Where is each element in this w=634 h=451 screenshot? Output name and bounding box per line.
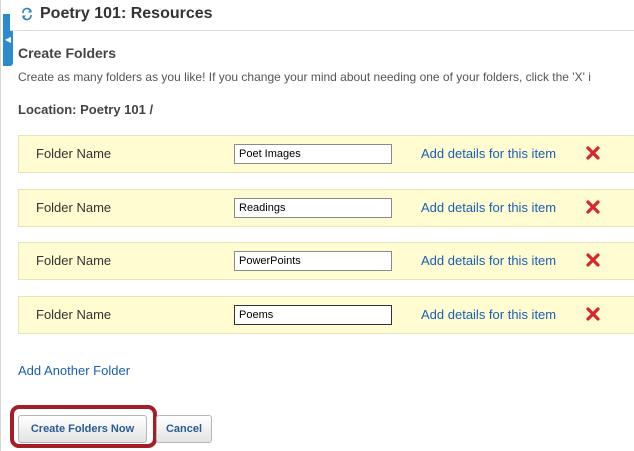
folder-name-input[interactable] <box>234 305 392 325</box>
title-bar: Poetry 101: Resources <box>10 0 634 31</box>
folder-row: Folder Name Add details for this item <box>18 189 634 227</box>
add-details-link[interactable]: Add details for this item <box>421 200 556 215</box>
add-details-link[interactable]: Add details for this item <box>421 307 556 322</box>
folder-name-label: Folder Name <box>36 307 112 322</box>
folder-row: Folder Name Add details for this item <box>18 296 634 334</box>
folder-name-label: Folder Name <box>36 200 112 215</box>
delete-x-icon[interactable] <box>585 145 601 161</box>
delete-x-icon[interactable] <box>585 199 601 215</box>
refresh-arrows-icon <box>22 7 32 21</box>
cancel-button[interactable]: Cancel <box>156 415 212 443</box>
delete-x-icon[interactable] <box>585 252 601 268</box>
add-another-folder-link[interactable]: Add Another Folder <box>18 363 130 378</box>
add-details-link[interactable]: Add details for this item <box>421 146 556 161</box>
create-folders-button[interactable]: Create Folders Now <box>18 415 147 443</box>
chevron-left-icon: ◀ <box>4 35 12 44</box>
instructions-text: Create as many folders as you like! If y… <box>18 70 591 84</box>
add-details-link[interactable]: Add details for this item <box>421 253 556 268</box>
folder-name-label: Folder Name <box>36 146 112 161</box>
left-border <box>0 0 1 451</box>
folder-row: Folder Name Add details for this item <box>18 135 634 173</box>
folder-name-input[interactable] <box>234 198 392 218</box>
folder-row: Folder Name Add details for this item <box>18 242 634 280</box>
folder-name-input[interactable] <box>234 144 392 164</box>
folder-name-input[interactable] <box>234 251 392 271</box>
folder-name-label: Folder Name <box>36 253 112 268</box>
page-title: Poetry 101: Resources <box>40 5 213 22</box>
location-breadcrumb: Location: Poetry 101 / <box>18 102 154 117</box>
delete-x-icon[interactable] <box>585 306 601 322</box>
section-title: Create Folders <box>18 45 117 61</box>
